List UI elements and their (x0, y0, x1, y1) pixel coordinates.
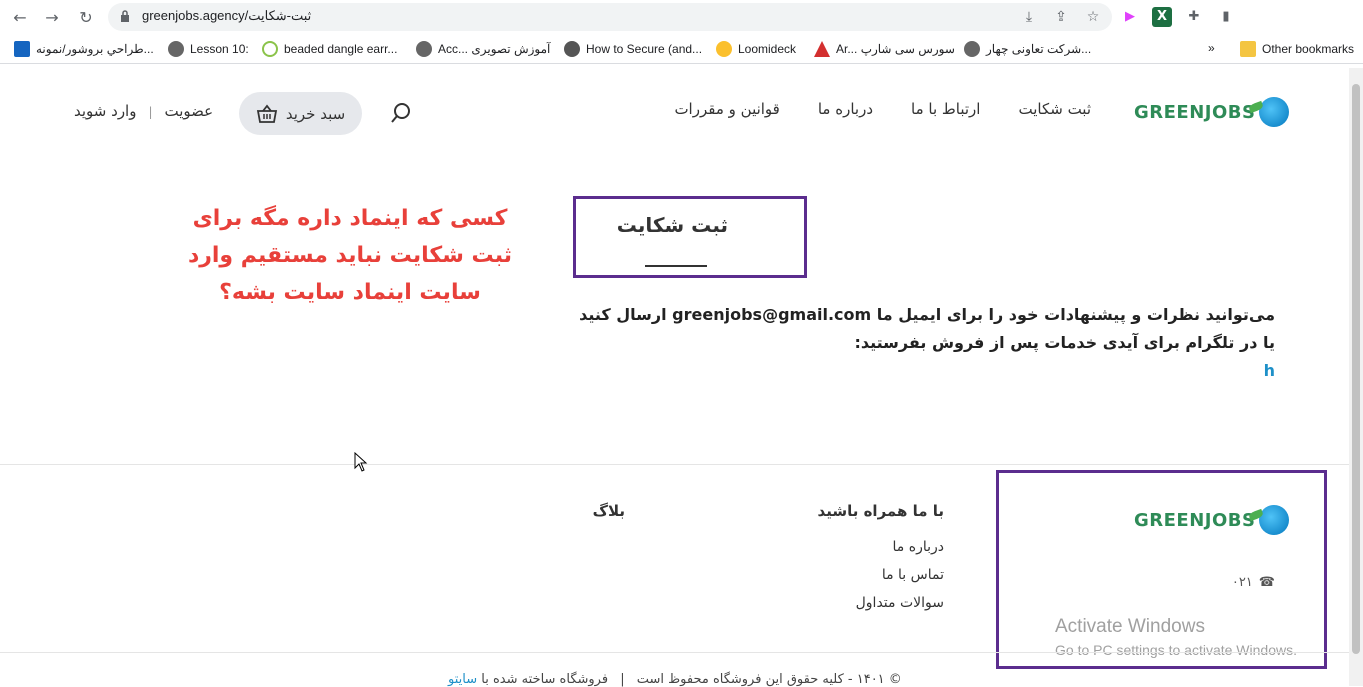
folder-icon (1240, 41, 1256, 57)
watermark-title: Activate Windows (1055, 616, 1205, 637)
scrollbar-thumb[interactable] (1352, 84, 1360, 654)
page-scrollbar[interactable] (1349, 68, 1363, 686)
footer-blog-title[interactable]: بلاگ (593, 502, 625, 520)
star-icon[interactable]: ☆ (1084, 8, 1102, 26)
globe-icon (168, 41, 184, 57)
email-text: می‌توانید نظرات و پیشنهادات خود را برای … (579, 305, 1275, 324)
footer-link-faq[interactable]: سوالات متداول (856, 595, 944, 611)
puzzle-icon[interactable]: ✚ (1184, 7, 1204, 27)
more-bookmarks-button[interactable]: » (1208, 41, 1215, 55)
nav-rules[interactable]: قوانین و مقررات (674, 100, 779, 118)
site-logo[interactable]: GREENJOBS (1134, 97, 1290, 127)
other-bookmarks[interactable]: Other bookmarks (1240, 41, 1354, 57)
signup-link[interactable]: عضویت (165, 102, 214, 122)
browser-toolbar: ← → ↻ greenjobs.agency/ثبت-شکایت ⤓ ⇪ ☆ ▶… (0, 0, 1363, 36)
separator: | (148, 105, 153, 119)
logo-text: GREENJOBS (1134, 509, 1256, 531)
footer-divider (0, 464, 1349, 465)
footer-column-title: با ما همراه باشید (817, 502, 944, 520)
bookmark-item[interactable]: شرکت تعاونی چهار... (964, 41, 1091, 57)
install-icon[interactable]: ⤓ (1020, 8, 1038, 26)
auth-links: عضویت | وارد شوید (74, 102, 213, 122)
site-page: GREENJOBS ثبت شکایت ارتباط با ما درباره … (0, 68, 1349, 687)
url-text: greenjobs.agency/ثبت-شکایت (142, 8, 312, 23)
search-icon[interactable] (390, 102, 412, 124)
copyright-text: © ۱۴۰۱ - کلیه حقوق این فروشگاه محفوظ است (636, 672, 902, 687)
bookmark-item[interactable]: Loomideck (716, 41, 796, 57)
sidebar-icon[interactable]: ▮ (1216, 7, 1236, 27)
builder-link[interactable]: سایتو (448, 672, 477, 687)
footer-link-contact[interactable]: تماس با ما (882, 567, 944, 583)
bookmark-favicon-icon (814, 41, 830, 57)
bookmarks-bar: طراحي بروشور/نمونه... Lesson 10: beaded … (0, 36, 1363, 64)
bookmark-item[interactable]: beaded dangle earr... (262, 41, 397, 57)
annotation-line: سایت اینماد سایت بشه؟ (219, 280, 481, 305)
phone-number: ۰۲۱ (1231, 575, 1253, 590)
footer-link-about[interactable]: درباره ما (893, 539, 944, 555)
copyright: © ۱۴۰۱ - کلیه حقوق این فروشگاه محفوظ است… (448, 672, 902, 687)
annotation-line: کسی که اینماد داره مگه برای (192, 206, 508, 231)
bookmark-favicon-icon (14, 41, 30, 57)
cart-label: سبد خرید (285, 104, 346, 123)
globe-icon (416, 41, 432, 57)
telegram-link[interactable]: h (579, 357, 1275, 385)
bookmark-item[interactable]: Lesson 10: (168, 41, 249, 57)
nav-complaint[interactable]: ثبت شکایت (1018, 100, 1091, 118)
address-bar[interactable]: greenjobs.agency/ثبت-شکایت ⤓ ⇪ ☆ (108, 3, 1112, 31)
play-extension-icon[interactable]: ▶ (1120, 7, 1140, 27)
separator: | (620, 672, 625, 687)
cart-button[interactable]: سبد خرید (239, 92, 362, 135)
bookmark-item[interactable]: How to Secure (and... (564, 41, 702, 57)
login-link[interactable]: وارد شوید (74, 102, 136, 122)
logo-text: GREENJOBS (1134, 101, 1256, 123)
globe-logo-icon (1259, 97, 1290, 127)
main-navigation: ثبت شکایت ارتباط با ما درباره ما قوانین … (674, 100, 1091, 118)
footer-phone[interactable]: ☎ ۰۲۱ (1232, 575, 1275, 590)
bookmark-item[interactable]: Ar... سورس سی شارپ (814, 41, 955, 57)
watermark-subtitle: Go to PC settings to activate Windows. (1055, 642, 1297, 658)
excel-extension-icon[interactable]: X (1152, 7, 1172, 27)
page-body: می‌توانید نظرات و پیشنهادات خود را برای … (579, 301, 1275, 385)
back-icon[interactable]: ← (8, 6, 32, 30)
annotation-line: ثبت شکایت نباید مستقیم وارد (187, 243, 513, 268)
page-title: ثبت شکایت (616, 213, 728, 237)
phone-icon: ☎ (1258, 575, 1275, 590)
reload-icon[interactable]: ↻ (74, 6, 98, 30)
share-icon[interactable]: ⇪ (1052, 8, 1070, 26)
built-with-text: فروشگاه ساخته شده با (481, 672, 609, 687)
bookmark-item[interactable]: Acc... آموزش تصویری (416, 41, 550, 57)
forward-icon[interactable]: → (40, 6, 64, 30)
red-annotation: کسی که اینماد داره مگه برای ثبت شکایت نب… (180, 200, 520, 311)
page-title-box: ثبت شکایت (573, 196, 807, 278)
title-underline (645, 265, 707, 267)
nav-contact[interactable]: ارتباط با ما (911, 100, 980, 118)
lock-icon (121, 10, 129, 22)
globe-logo-icon (1259, 505, 1290, 535)
telegram-text: یا در تلگرام برای آیدی خدمات پس از فروش … (854, 333, 1275, 352)
bookmark-favicon-icon (262, 41, 278, 57)
bookmark-favicon-icon (564, 41, 580, 57)
mouse-cursor-icon (354, 452, 368, 472)
footer-bottom-divider (0, 652, 1349, 653)
bookmark-item[interactable]: طراحي بروشور/نمونه... (14, 41, 154, 57)
footer-logo[interactable]: GREENJOBS (1134, 505, 1290, 535)
basket-icon (256, 104, 277, 123)
bookmark-favicon-icon (716, 41, 732, 57)
globe-icon (964, 41, 980, 57)
nav-about[interactable]: درباره ما (818, 100, 873, 118)
